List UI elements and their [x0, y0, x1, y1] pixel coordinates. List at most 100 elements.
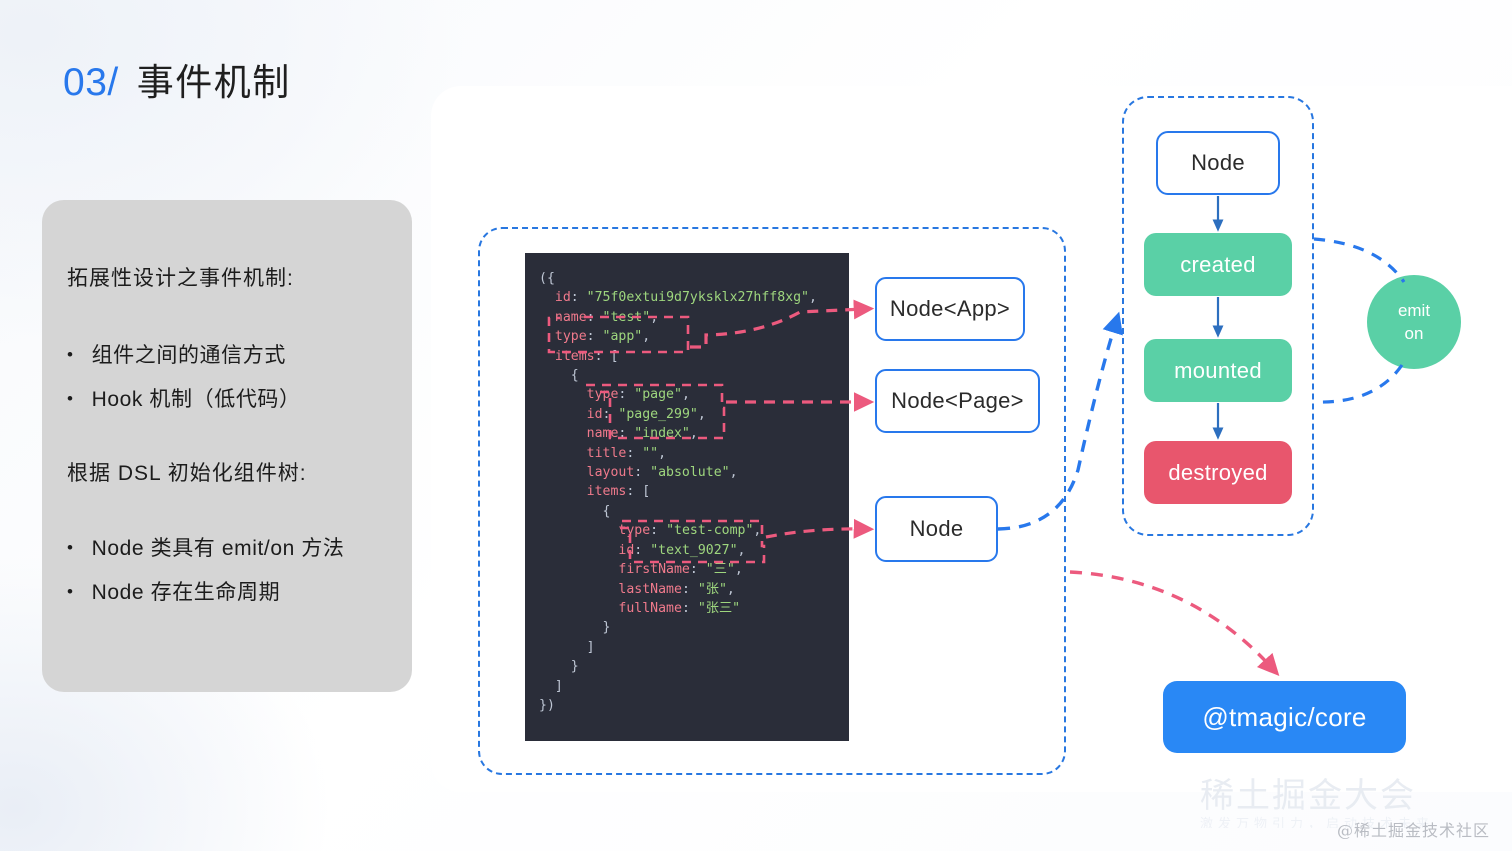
code-token: fullName [618, 600, 682, 616]
list-item-label: Node 类具有 emit/on 方法 [91, 536, 345, 560]
bullet-icon: • [67, 345, 74, 364]
node-box-label: Node [909, 516, 964, 541]
lifecycle-node-label: Node [1191, 150, 1245, 175]
code-token: type [618, 523, 651, 539]
code-token: ] [539, 678, 563, 694]
left-card-heading-2: 根据 DSL 初始化组件树: [67, 461, 307, 485]
code-token: type [586, 387, 619, 403]
tmagic-core-button[interactable]: @tmagic/core [1163, 681, 1406, 753]
code-token: , [642, 329, 651, 345]
left-card-list-2: • Node 类具有 emit/on 方法 • Node 存在生命周期 [67, 535, 378, 608]
code-token: "page" [634, 387, 682, 403]
code-token: : [570, 290, 587, 306]
emit-on-circle[interactable]: emit on [1367, 275, 1461, 369]
watermark-main: 稀土掘金大会 [1200, 776, 1416, 816]
code-token: title [586, 445, 627, 461]
code-token: "" [642, 445, 659, 461]
code-token: "absolute" [650, 465, 730, 481]
list-item-label: 组件之间的通信方式 [91, 344, 286, 367]
code-token: ({ [539, 271, 555, 286]
code-token: : [689, 562, 706, 578]
code-token: { [539, 368, 579, 384]
list-item: • Node 存在生命周期 [67, 579, 378, 607]
code-token: : [681, 581, 698, 597]
list-item-label: Node 存在生命周期 [91, 581, 281, 605]
code-token: "test" [602, 309, 651, 325]
code-token: , [658, 445, 667, 461]
code-token: } [539, 659, 579, 675]
emit-label: emit [1397, 301, 1431, 320]
node-box-label: Node<App> [889, 296, 1011, 321]
code-token: , [681, 387, 690, 403]
code-token: , [753, 523, 762, 539]
code-token: items [586, 484, 627, 500]
lifecycle-stage-label: mounted [1174, 357, 1262, 383]
lifecycle-stage-mounted[interactable]: mounted [1144, 339, 1292, 402]
node-box-node[interactable]: Node [875, 496, 998, 562]
code-token: "page_299" [618, 406, 698, 422]
node-box-page[interactable]: Node<Page> [875, 369, 1040, 433]
code-token: } [539, 620, 611, 636]
node-box-label: Node<Page> [891, 388, 1024, 413]
code-token: "test-comp" [666, 523, 754, 539]
code-token: "index" [634, 426, 690, 442]
list-item: • 组件之间的通信方式 [67, 342, 378, 370]
code-token: id [618, 542, 635, 558]
code-token: : [681, 600, 698, 616]
lifecycle-stage-destroyed[interactable]: destroyed [1144, 441, 1292, 504]
code-token: , [726, 581, 735, 597]
code-token: "app" [602, 329, 643, 345]
code-token: id [554, 290, 571, 306]
code-token: ] [539, 639, 595, 655]
code-token: layout [586, 465, 635, 481]
bullet-icon: • [67, 582, 74, 602]
code-token: : [586, 329, 603, 345]
left-card-list-1: • 组件之间的通信方式 • Hook 机制（低代码） [67, 342, 378, 415]
code-token: firstName [618, 562, 690, 578]
lifecycle-stage-created[interactable]: created [1144, 233, 1292, 296]
bullet-icon: • [67, 537, 74, 557]
code-token: , [729, 465, 738, 481]
code-token: : [634, 465, 651, 481]
code-token: name [586, 426, 619, 442]
lifecycle-stage-label: destroyed [1168, 459, 1268, 485]
list-item-label: Hook 机制（低代码） [91, 388, 301, 412]
code-token: , [650, 309, 659, 325]
code-token: , [689, 426, 698, 442]
page-title: 03/ 事件机制 [63, 52, 291, 106]
code-token: items [554, 348, 595, 364]
list-item: • Hook 机制（低代码） [67, 386, 378, 414]
code-token: : [650, 523, 667, 539]
code-token: , [697, 406, 706, 422]
lifecycle-node-box[interactable]: Node [1156, 131, 1280, 195]
code-token: { [539, 503, 611, 519]
code-token: , [737, 542, 746, 558]
code-token: name [554, 309, 587, 325]
lifecycle-stage-label: created [1180, 251, 1256, 277]
node-box-app[interactable]: Node<App> [875, 277, 1025, 341]
code-token: : [ [626, 484, 651, 500]
code-token: : [626, 445, 643, 461]
code-token: id [586, 406, 603, 422]
code-token: : [634, 542, 651, 558]
footer-credit: @稀土掘金技术社区 [1336, 821, 1490, 840]
left-card-heading-1: 拓展性设计之事件机制: [67, 267, 294, 290]
code-token: : [618, 387, 635, 403]
code-token: "张三" [697, 600, 741, 616]
code-token: , [808, 290, 817, 306]
code-token: : [ [594, 348, 619, 364]
title-text: 事件机制 [136, 62, 291, 103]
